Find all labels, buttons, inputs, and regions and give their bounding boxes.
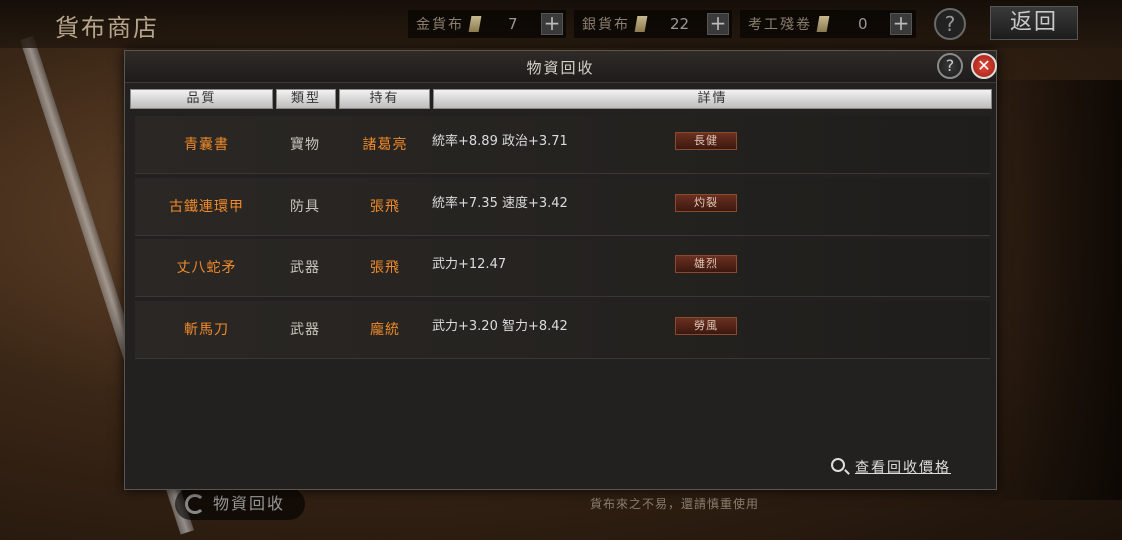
currency-scroll: 考工殘卷 0 +	[740, 10, 916, 38]
item-type: 武器	[290, 322, 320, 338]
item-effect-badge: 灼裂	[675, 194, 737, 212]
column-header-details: 詳情	[433, 89, 992, 109]
item-name: 斬馬刀	[184, 322, 229, 338]
gold-cloth-icon	[468, 16, 482, 32]
currency-silver-value: 22	[670, 15, 690, 33]
top-bar: 貨布商店 金貨布 7 + 銀貨布 22 + 考工殘卷 0 + ? 返回	[0, 0, 1122, 48]
item-type: 防具	[290, 199, 320, 215]
table-row[interactable]: 斬馬刀 武器 龐統 武力+3.20 智力+8.42 勞風	[135, 301, 990, 359]
bottom-note: 貨布來之不易，還請慎重使用	[590, 497, 760, 511]
recycle-tab-label: 物資回收	[213, 494, 286, 513]
currency-silver: 銀貨布 22 +	[574, 10, 732, 38]
column-header-type[interactable]: 類型	[276, 89, 336, 109]
recycle-dialog: 物資回收 ? ✕ 品質 類型 持有 詳情 青囊書 寶物 諸葛亮 統率+8.89 …	[124, 50, 997, 490]
item-stats: 統率+8.89 政治+3.71	[432, 134, 568, 149]
add-gold-button[interactable]: +	[541, 13, 563, 35]
item-owner: 張飛	[370, 199, 400, 215]
dialog-header: 物資回收 ? ✕	[125, 51, 997, 83]
item-effect-badge: 雄烈	[675, 255, 737, 273]
item-effect-badge: 勞風	[675, 317, 737, 335]
item-owner: 張飛	[370, 260, 400, 276]
dialog-help-icon[interactable]: ?	[937, 53, 963, 79]
currency-silver-label: 銀貨布	[582, 17, 630, 33]
back-button[interactable]: 返回	[990, 6, 1078, 40]
item-stats: 統率+7.35 速度+3.42	[432, 196, 568, 211]
currency-scroll-value: 0	[858, 15, 868, 33]
add-silver-button[interactable]: +	[707, 13, 729, 35]
recycle-tab[interactable]: 物資回收	[175, 488, 305, 520]
recycle-icon	[185, 494, 205, 514]
item-owner: 諸葛亮	[362, 137, 408, 153]
item-effect-badge: 長健	[675, 132, 737, 150]
currency-scroll-label: 考工殘卷	[748, 17, 812, 33]
help-icon[interactable]: ?	[934, 8, 966, 40]
item-stats: 武力+3.20 智力+8.42	[432, 319, 568, 334]
view-price-link[interactable]: 查看回收價格	[831, 457, 951, 477]
view-price-label: 查看回收價格	[855, 460, 951, 476]
dialog-title: 物資回收	[526, 59, 595, 77]
currency-gold: 金貨布 7 +	[408, 10, 566, 38]
close-icon[interactable]: ✕	[971, 53, 997, 79]
item-owner: 龐統	[370, 322, 400, 338]
shop-title: 貨布商店	[55, 14, 159, 42]
background-shade	[982, 80, 1122, 500]
silver-cloth-icon	[634, 16, 648, 32]
scroll-icon	[816, 16, 830, 32]
item-name: 青囊書	[184, 137, 229, 153]
item-type: 武器	[290, 260, 320, 276]
item-name: 古鐵連環甲	[169, 199, 244, 215]
currency-gold-value: 7	[508, 15, 518, 33]
item-type: 寶物	[290, 137, 320, 153]
item-name: 丈八蛇矛	[176, 260, 237, 276]
column-header-quality[interactable]: 品質	[130, 89, 273, 109]
column-header-owner[interactable]: 持有	[339, 89, 430, 109]
search-icon	[831, 458, 845, 472]
table-row[interactable]: 丈八蛇矛 武器 張飛 武力+12.47 雄烈	[135, 239, 990, 297]
table-row[interactable]: 古鐵連環甲 防具 張飛 統率+7.35 速度+3.42 灼裂	[135, 178, 990, 236]
item-stats: 武力+12.47	[432, 257, 507, 272]
table-row[interactable]: 青囊書 寶物 諸葛亮 統率+8.89 政治+3.71 長健	[135, 116, 990, 174]
currency-gold-label: 金貨布	[416, 17, 464, 33]
add-scroll-button[interactable]: +	[890, 13, 912, 35]
